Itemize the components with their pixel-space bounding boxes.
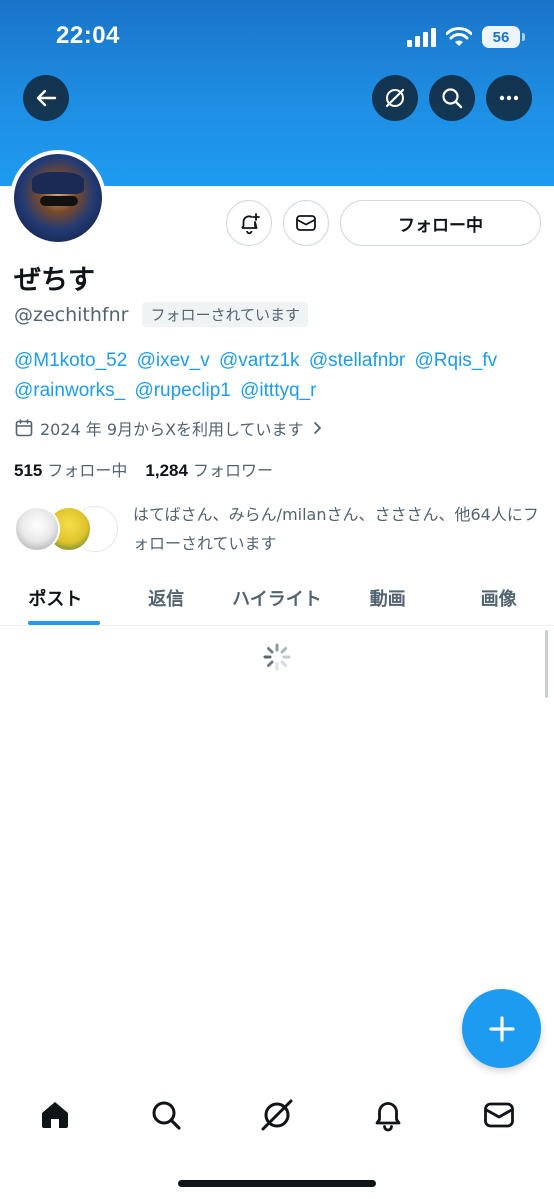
tab-media[interactable]: 画像 [443, 570, 554, 625]
mail-icon [296, 215, 316, 231]
tab-replies[interactable]: 返信 [111, 570, 222, 625]
tab-posts[interactable]: ポスト [0, 570, 111, 625]
bottom-nav [0, 1080, 554, 1150]
bio-mention-link[interactable]: @vartz1k [219, 350, 300, 371]
status-icons: 56 [406, 26, 525, 48]
status-bar: 22:04 56 [0, 0, 554, 70]
messages-icon [483, 1102, 514, 1128]
notify-button[interactable] [226, 200, 272, 246]
more-icon [499, 95, 519, 101]
nav-search[interactable] [111, 1080, 222, 1150]
profile-tabs: ポスト 返信 ハイライト 動画 画像 [0, 570, 554, 626]
bio-mention-link[interactable]: @rainworks_ [14, 380, 125, 401]
bio-mention-link[interactable]: @ixev_v [137, 350, 210, 371]
grok-button[interactable] [372, 75, 418, 121]
following-label: フォロー中 [47, 461, 128, 480]
search-icon [442, 88, 463, 109]
message-button[interactable] [283, 200, 329, 246]
grok-icon [385, 88, 405, 108]
more-button[interactable] [486, 75, 532, 121]
profile-avatar[interactable] [10, 150, 106, 246]
following-button[interactable]: フォロー中 [340, 200, 541, 246]
plus-icon [488, 1015, 515, 1042]
handle-row: @zechithfnr フォローされています [14, 302, 309, 327]
follows-you-badge: フォローされています [142, 302, 309, 327]
compose-button[interactable] [462, 989, 541, 1068]
user-handle: @zechithfnr [14, 303, 129, 326]
followers-stat[interactable]: 1,284 フォロワー [145, 457, 273, 481]
bio-mention-link[interactable]: @itttyq_r [240, 380, 316, 401]
scrollbar[interactable] [545, 630, 548, 698]
bio-mention-link[interactable]: @Rqis_fv [415, 350, 498, 371]
followers-label: フォロワー [192, 461, 273, 480]
bell-plus-icon [241, 213, 260, 235]
notifications-icon [375, 1102, 401, 1132]
follower-avatar [14, 506, 60, 552]
followers-count: 1,284 [145, 461, 188, 480]
battery-indicator: 56 [482, 26, 525, 48]
home-icon [42, 1102, 69, 1128]
display-name: ぜちす [14, 265, 95, 296]
bio-mention-link[interactable]: @rupeclip1 [134, 380, 230, 401]
following-stat[interactable]: 515 フォロー中 [14, 457, 127, 481]
follow-stats: 515 フォロー中 1,284 フォロワー [14, 457, 273, 481]
status-time: 22:04 [56, 22, 120, 49]
nav-home[interactable] [0, 1080, 111, 1150]
joined-date: 2024 年 9月からXを利用しています [40, 420, 304, 439]
back-button[interactable] [23, 75, 69, 121]
bio: @M1koto_52 @ixev_v @vartz1k @stellafnbr … [14, 346, 544, 406]
bio-mention-link[interactable]: @stellafnbr [309, 350, 405, 371]
grok-icon [261, 1099, 293, 1131]
tab-highlights[interactable]: ハイライト [222, 570, 333, 625]
loading-spinner-icon [263, 643, 291, 671]
home-indicator[interactable] [178, 1180, 376, 1187]
nav-grok[interactable] [222, 1080, 333, 1150]
back-arrow-icon [36, 89, 57, 107]
chevron-right-icon [313, 422, 321, 434]
signal-icon [407, 28, 436, 47]
tab-videos[interactable]: 動画 [332, 570, 443, 625]
followed-by-avatars[interactable] [14, 506, 122, 554]
nav-notifications[interactable] [332, 1080, 443, 1150]
bio-mention-link[interactable]: @M1koto_52 [14, 350, 127, 371]
calendar-icon [15, 419, 33, 437]
search-button[interactable] [429, 75, 475, 121]
joined-date-row[interactable]: 2024 年 9月からXを利用しています [14, 416, 324, 440]
followed-by-text[interactable]: はてばさん、みらん/milanさん、さささん、他64人にフォローされています [133, 500, 543, 558]
following-count: 515 [14, 461, 43, 480]
search-icon [152, 1101, 181, 1130]
wifi-icon [446, 27, 472, 46]
nav-messages[interactable] [443, 1080, 554, 1150]
